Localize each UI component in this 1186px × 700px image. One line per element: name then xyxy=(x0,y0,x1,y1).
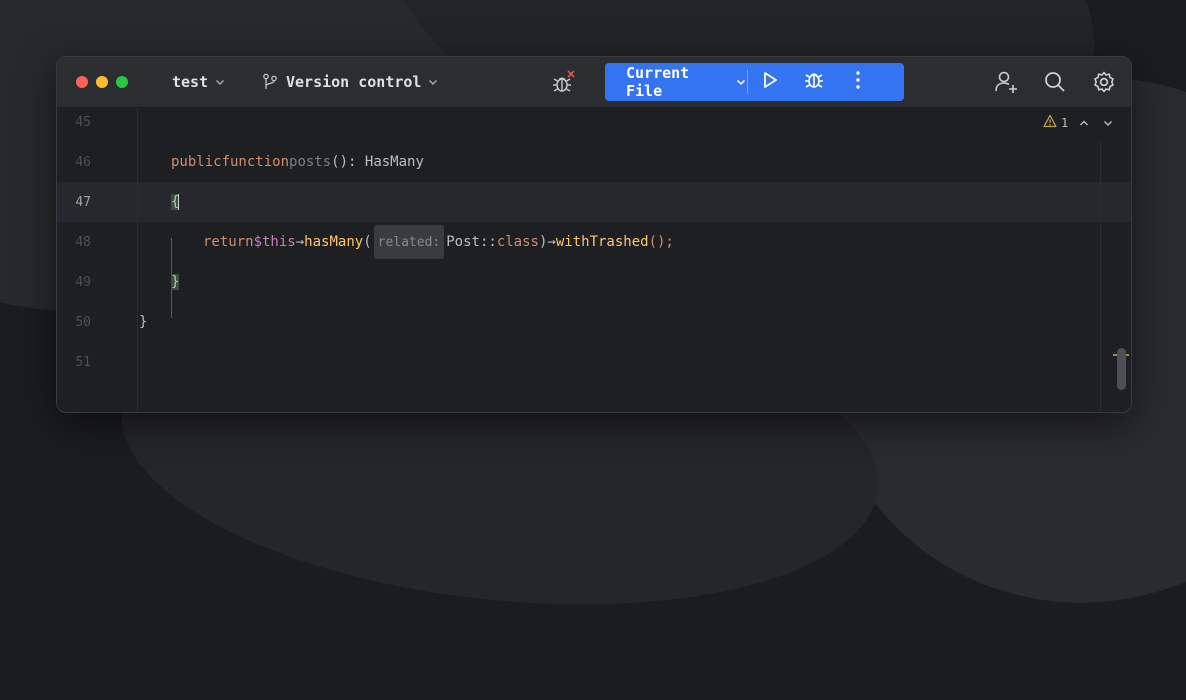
code-line: 48 return $this → hasMany(related: Post:: cl… xyxy=(57,222,1131,262)
code-text: } xyxy=(171,262,180,302)
code-editor[interactable]: 1 45 46 public function posts (): HasMany… xyxy=(57,108,1131,412)
run-toolbar: Current File xyxy=(605,63,904,101)
line-number: 50 xyxy=(75,314,91,330)
line-number: 51 xyxy=(75,354,91,370)
code-line: 51 xyxy=(57,342,1131,382)
code-line-current: 47 { xyxy=(57,182,1131,222)
chevron-down-icon xyxy=(735,76,747,88)
branch-icon xyxy=(262,73,278,91)
line-number: 49 xyxy=(75,274,91,290)
line-number: 47 xyxy=(75,194,91,210)
line-number: 45 xyxy=(75,114,91,130)
code-line: 46 public function posts (): HasMany xyxy=(57,142,1131,182)
code-text: return $this → hasMany(related: Post:: class… xyxy=(203,222,674,262)
vcs-selector[interactable]: Version control xyxy=(262,57,439,107)
chevron-down-icon xyxy=(214,76,226,88)
play-icon xyxy=(760,70,780,94)
more-actions-button[interactable] xyxy=(836,63,880,101)
line-number: 48 xyxy=(75,234,91,250)
code-line: 49 } xyxy=(57,262,1131,302)
run-configuration-selector[interactable]: Current File xyxy=(605,63,747,101)
title-bar: test Version control Current File xyxy=(57,57,1131,108)
run-button[interactable] xyxy=(748,63,792,101)
code-text: public function posts (): HasMany xyxy=(171,154,424,170)
ide-window: test Version control Current File 1 45 4… xyxy=(56,56,1132,413)
project-selector[interactable]: test xyxy=(172,57,226,107)
bug-icon xyxy=(803,69,825,95)
window-close-button[interactable] xyxy=(76,76,88,88)
vcs-label: Version control xyxy=(286,73,422,91)
text-caret xyxy=(178,194,180,210)
window-zoom-button[interactable] xyxy=(116,76,128,88)
code-text: { xyxy=(171,182,180,222)
run-configuration-label: Current File xyxy=(626,64,690,100)
bug-error-icon[interactable] xyxy=(549,68,579,98)
scrollbar-thumb[interactable] xyxy=(1117,348,1126,390)
matched-brace: } xyxy=(171,274,180,290)
project-name: test xyxy=(172,73,209,91)
add-user-icon[interactable] xyxy=(991,67,1021,97)
gear-icon[interactable] xyxy=(1089,67,1119,97)
code-text: } xyxy=(139,314,148,330)
line-number: 46 xyxy=(75,154,91,170)
code-line: 50 } xyxy=(57,302,1131,342)
search-icon[interactable] xyxy=(1040,67,1070,97)
more-vertical-icon xyxy=(855,70,861,94)
debug-button[interactable] xyxy=(792,63,836,101)
window-minimize-button[interactable] xyxy=(96,76,108,88)
parameter-hint: related: xyxy=(373,225,445,259)
code-line: 45 xyxy=(57,102,1131,142)
chevron-down-icon xyxy=(427,76,439,88)
